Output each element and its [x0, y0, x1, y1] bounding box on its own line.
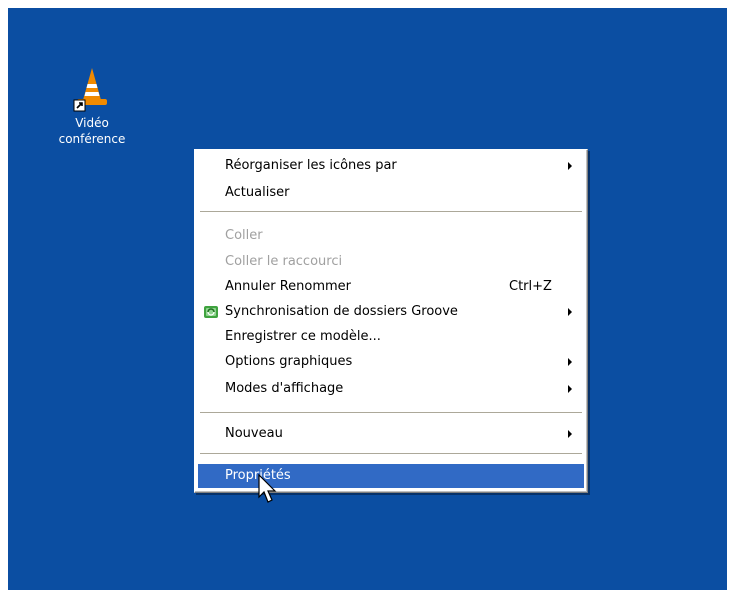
menu-item-properties[interactable]: Propriétés [198, 464, 584, 488]
vlc-cone-icon [72, 66, 112, 112]
menu-item-groove-sync[interactable]: Synchronisation de dossiers Groove [198, 300, 584, 324]
menu-separator [200, 453, 582, 455]
menu-separator [200, 412, 582, 414]
desktop-shortcut-video-conference[interactable]: Vidéo conférence [52, 66, 132, 147]
menu-item-label: Annuler Renommer [225, 279, 352, 294]
menu-item-paste: Coller [198, 224, 584, 248]
menu-item-display-modes[interactable]: Modes d'affichage [198, 377, 584, 401]
menu-item-label: Coller le raccourci [225, 254, 343, 269]
menu-item-label: Modes d'affichage [225, 381, 344, 396]
groove-sync-icon [203, 304, 219, 320]
menu-item-label: Nouveau [225, 426, 283, 441]
menu-item-label: Coller [225, 228, 263, 243]
menu-item-label: Synchronisation de dossiers Groove [225, 304, 458, 319]
menu-item-paste-shortcut: Coller le raccourci [198, 250, 584, 274]
menu-item-label: Actualiser [225, 185, 290, 200]
submenu-arrow-icon [568, 162, 572, 170]
menu-item-label: Options graphiques [225, 354, 353, 369]
desktop-context-menu: Réorganiser les icônes par Actualiser Co… [194, 149, 588, 493]
menu-item-save-template[interactable]: Enregistrer ce modèle... [198, 325, 584, 349]
desktop-shortcut-label-line2: conférence [58, 132, 126, 146]
menu-item-label: Réorganiser les icônes par [225, 158, 397, 173]
menu-item-shortcut: Ctrl+Z [509, 279, 552, 294]
submenu-arrow-icon [568, 430, 572, 438]
submenu-arrow-icon [568, 385, 572, 393]
menu-item-new[interactable]: Nouveau [198, 422, 584, 446]
menu-item-graphics-options[interactable]: Options graphiques [198, 350, 584, 374]
desktop-shortcut-label-line1: Vidéo [75, 116, 109, 130]
menu-item-refresh[interactable]: Actualiser [198, 181, 584, 205]
menu-separator [200, 211, 582, 213]
submenu-arrow-icon [568, 308, 572, 316]
menu-item-undo-rename[interactable]: Annuler Renommer Ctrl+Z [198, 275, 584, 299]
submenu-arrow-icon [568, 358, 572, 366]
menu-item-label: Enregistrer ce modèle... [225, 329, 381, 344]
mouse-pointer-icon [258, 474, 277, 503]
menu-item-arrange-icons[interactable]: Réorganiser les icônes par [198, 154, 584, 178]
